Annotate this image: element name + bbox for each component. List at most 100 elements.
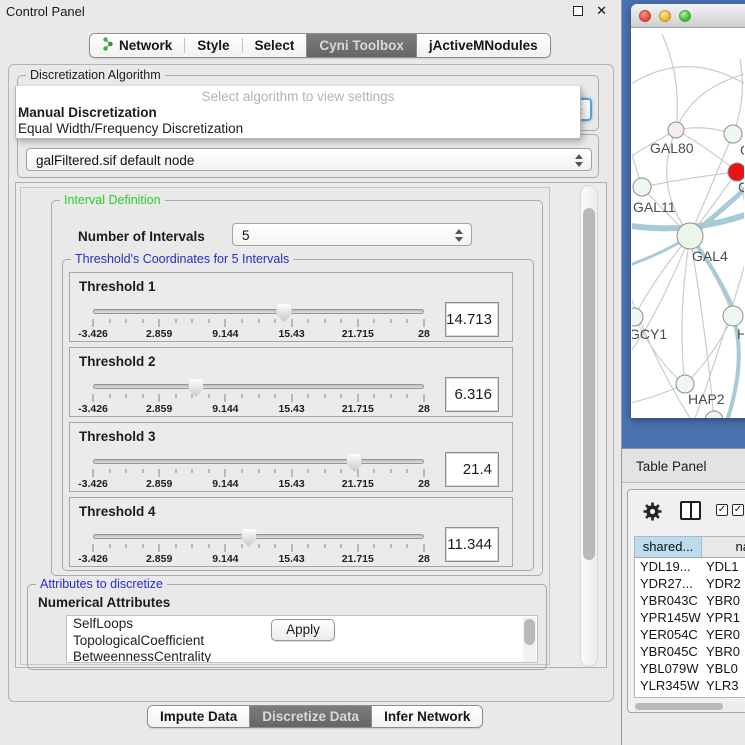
- table-row[interactable]: YIL052CYIL0: [635, 694, 745, 698]
- network-node-gal4[interactable]: [677, 223, 703, 249]
- vertical-scrollbar[interactable]: [580, 185, 598, 667]
- tick-mark: [258, 469, 259, 473]
- tick-mark: [407, 544, 408, 548]
- network-window: GAL80GAGGAL11GAL4GCY1HHAP2: [631, 4, 745, 418]
- tab-network[interactable]: Network: [90, 34, 184, 57]
- tick-mark: [175, 394, 176, 398]
- tab-select[interactable]: Select: [243, 34, 307, 57]
- tick-mark: [357, 319, 358, 327]
- network-canvas[interactable]: GAL80GAGGAL11GAL4GCY1HHAP2: [632, 29, 744, 418]
- float-window-icon[interactable]: [573, 6, 583, 16]
- table-panel-titlebar: Table Panel: [622, 448, 745, 483]
- network-node[interactable]: [705, 411, 723, 418]
- tab-discretize-data[interactable]: Discretize Data: [250, 706, 371, 727]
- horizontal-scrollbar[interactable]: [633, 702, 745, 711]
- tick-mark: [357, 394, 358, 402]
- gray-edge[interactable]: [642, 172, 737, 187]
- table-row[interactable]: YER054CYER0: [635, 626, 745, 643]
- gray-edge[interactable]: [733, 59, 742, 134]
- network-icon: [102, 37, 114, 54]
- scale-label: 28: [418, 478, 430, 490]
- slider-track[interactable]: [93, 459, 424, 464]
- control-panel: Control Panel ✕ NetworkStyleSelectCyni T…: [0, 0, 622, 745]
- tab-label: Style: [197, 38, 229, 53]
- gray-edge[interactable]: [662, 34, 677, 130]
- table-row[interactable]: YLR345WYLR3: [635, 677, 745, 694]
- columns-icon[interactable]: [680, 501, 701, 520]
- slider[interactable]: -3.4262.8599.14415.4321.71528: [93, 376, 424, 416]
- scale-label: 15.43: [278, 403, 304, 415]
- gray-edge[interactable]: [682, 236, 690, 384]
- gray-edge[interactable]: [676, 74, 744, 130]
- slider-track[interactable]: [93, 384, 424, 389]
- close-icon[interactable]: ✕: [596, 3, 607, 19]
- algorithm-dropdown-popup: Select algorithm to view settings Manual…: [15, 86, 581, 139]
- tick-mark: [93, 544, 94, 552]
- apply-button[interactable]: Apply: [271, 619, 335, 641]
- gray-edge[interactable]: [634, 236, 690, 317]
- gear-icon[interactable]: [642, 501, 663, 525]
- table-row[interactable]: YDL19...YDL1: [635, 558, 745, 575]
- tick-mark: [192, 319, 193, 323]
- thresholds-group: Threshold's Coordinates for 5 Intervals …: [62, 259, 534, 571]
- tab-infer-network[interactable]: Infer Network: [372, 706, 482, 727]
- slider[interactable]: -3.4262.8599.14415.4321.71528: [93, 301, 424, 341]
- scale-label: 15.43: [278, 328, 304, 340]
- dropdown-item-equal-width[interactable]: Equal Width/Frequency Discretization: [18, 121, 243, 136]
- threshold-value-field[interactable]: 6.316: [445, 377, 499, 412]
- table-row[interactable]: YPR145WYPR1: [635, 609, 745, 626]
- node-label: HAP2: [688, 391, 725, 407]
- slider-track[interactable]: [93, 534, 424, 539]
- checkbox-icon[interactable]: ✓: [716, 504, 728, 516]
- table-data-combobox[interactable]: galFiltered.sif default node: [26, 148, 592, 171]
- threshold-value-field[interactable]: 14.713: [445, 302, 499, 337]
- list-item[interactable]: BetweennessCentrality: [67, 649, 537, 663]
- table-row[interactable]: YBR045CYBR0: [635, 643, 745, 660]
- tab-impute-data[interactable]: Impute Data: [148, 706, 249, 727]
- node-label: GAL80: [650, 140, 694, 156]
- tick-mark: [192, 544, 193, 548]
- tick-mark: [407, 394, 408, 398]
- tick-mark: [407, 469, 408, 473]
- tab-style[interactable]: Style: [185, 34, 241, 57]
- network-node-ga[interactable]: [724, 125, 742, 143]
- column-header-name[interactable]: na: [702, 537, 745, 557]
- network-node-gal80[interactable]: [668, 122, 684, 138]
- scale-label: 28: [418, 328, 430, 340]
- threshold-value-field[interactable]: 21.4: [445, 452, 499, 487]
- table-row[interactable]: YDR27...YDR2: [635, 575, 745, 592]
- close-traffic-light-icon[interactable]: [639, 10, 651, 22]
- gray-edge[interactable]: [632, 67, 744, 89]
- num-intervals-combobox[interactable]: 5: [232, 223, 472, 246]
- tick-mark: [357, 469, 358, 477]
- bottom-tab-bar: Impute DataDiscretize DataInfer Network: [147, 705, 483, 728]
- tab-jactivemnodules[interactable]: jActiveMNodules: [417, 34, 550, 57]
- node-attribute-table[interactable]: shared...na YDL19...YDL1YDR27...YDR2YBR0…: [634, 536, 745, 698]
- list-scrollbar[interactable]: [523, 617, 536, 663]
- tab-cyni-toolbox[interactable]: Cyni Toolbox: [307, 34, 416, 57]
- node-label: GAL4: [692, 248, 728, 264]
- column-header-shared-name[interactable]: shared...: [635, 537, 702, 557]
- threshold-value-field[interactable]: 11.344: [445, 527, 499, 562]
- tick-mark: [341, 544, 342, 548]
- tick-mark: [390, 544, 391, 548]
- table-row[interactable]: YBL079WYBL0: [635, 660, 745, 677]
- network-node-gal11[interactable]: [633, 178, 651, 196]
- table-row[interactable]: YBR043CYBR0: [635, 592, 745, 609]
- slider-ticks: [93, 394, 424, 402]
- zoom-traffic-light-icon[interactable]: [679, 10, 691, 22]
- tick-mark: [109, 394, 110, 398]
- slider-ticks: [93, 319, 424, 327]
- tab-label: jActiveMNodules: [429, 38, 538, 53]
- network-window-titlebar[interactable]: [631, 4, 745, 28]
- slider[interactable]: -3.4262.8599.14415.4321.71528: [93, 526, 424, 566]
- minimize-traffic-light-icon[interactable]: [659, 10, 671, 22]
- network-node-h[interactable]: [723, 306, 743, 326]
- tick-mark: [142, 544, 143, 548]
- checkbox-icon[interactable]: ✓: [732, 504, 744, 516]
- dropdown-item-manual[interactable]: Manual Discretization: [18, 105, 157, 120]
- slider[interactable]: -3.4262.8599.14415.4321.71528: [93, 451, 424, 491]
- slider-track[interactable]: [93, 309, 424, 314]
- scale-label: -3.426: [78, 328, 108, 340]
- tick-mark: [159, 394, 160, 402]
